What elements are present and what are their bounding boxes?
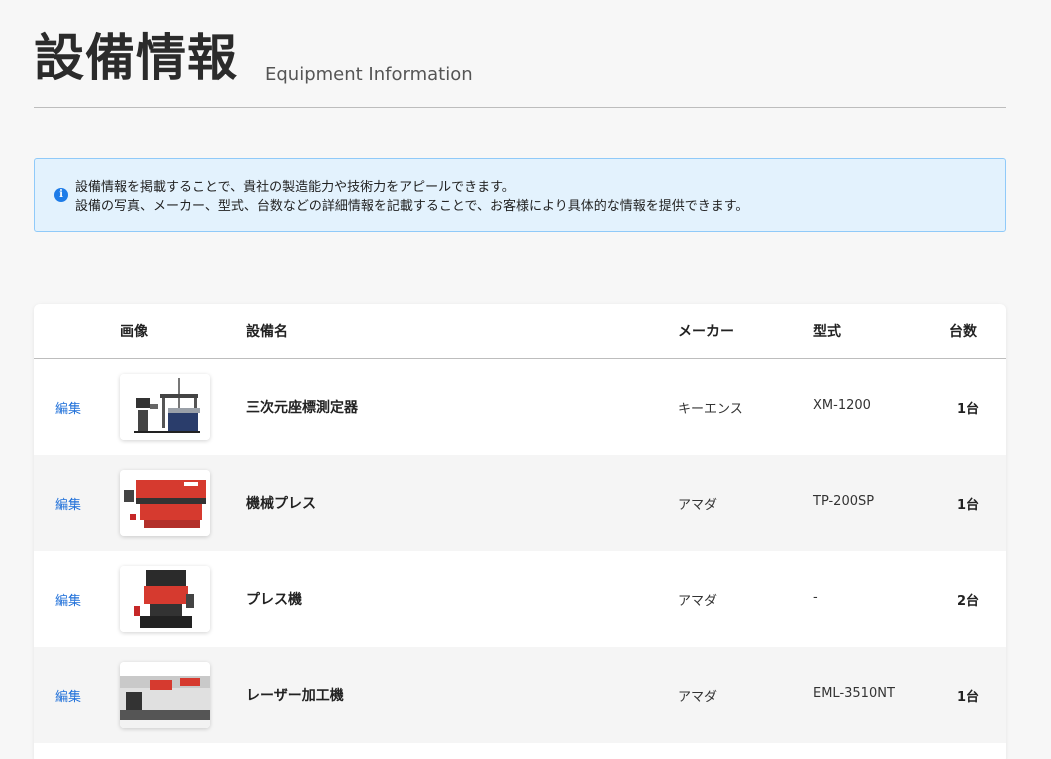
laser-machine-photo [120, 662, 210, 728]
equipment-image [120, 374, 210, 440]
equipment-image [120, 566, 210, 632]
equipment-count: 1台 [956, 690, 979, 705]
table-header: 画像 設備名 メーカー 型式 台数 [34, 304, 1006, 359]
edit-link[interactable]: 編集 [55, 686, 81, 705]
equipment-model: TP-200SP [813, 494, 875, 509]
equipment-name: 三次元座標測定器 [246, 400, 358, 416]
equipment-count: 1台 [956, 498, 979, 513]
page-subtitle: Equipment Information [265, 64, 473, 85]
equipment-count: 1台 [956, 402, 979, 417]
column-header-count: 台数 [949, 324, 977, 340]
table-row: 編集 機械プレス アマダ TP-200SP 1台 [34, 455, 1006, 551]
equipment-name: プレス機 [246, 592, 302, 608]
equipment-table: 画像 設備名 メーカー 型式 台数 編集 三次元座標測定器 キーエンス XM-1… [34, 304, 1006, 759]
press-brake-photo [120, 470, 210, 536]
info-notice: i 設備情報を掲載することで、貴社の製造能力や技術力をアピールできます。 設備の… [34, 158, 1006, 232]
table-row: 編集 プレス機 アマダ - 2台 [34, 551, 1006, 647]
equipment-model: - [813, 590, 818, 605]
equipment-model: EML-3510NT [813, 686, 895, 701]
notice-line-2: 設備の写真、メーカー、型式、台数などの詳細情報を記載することで、お客様により具体… [75, 199, 749, 214]
equipment-model: XM-1200 [813, 398, 871, 413]
page-header: 設備情報 Equipment Information [34, 28, 1006, 108]
column-header-name: 設備名 [246, 324, 288, 340]
equipment-maker: アマダ [678, 498, 718, 513]
column-header-image: 画像 [120, 324, 148, 340]
equipment-maker: アマダ [678, 690, 718, 705]
equipment-page: 設備情報 Equipment Information i 設備情報を掲載すること… [0, 0, 1051, 759]
press-machine-photo [120, 566, 210, 632]
edit-link[interactable]: 編集 [55, 590, 81, 609]
page-title: 設備情報 [34, 29, 238, 87]
table-row [34, 743, 1006, 759]
notice-line-1: 設備情報を掲載することで、貴社の製造能力や技術力をアピールできます。 [75, 180, 515, 195]
column-header-model: 型式 [813, 324, 841, 340]
equipment-count: 2台 [956, 594, 979, 609]
equipment-image [120, 662, 210, 728]
equipment-maker: アマダ [678, 594, 718, 609]
table-row: 編集 レーザー加工機 アマダ EML-3510NT 1台 [34, 647, 1006, 743]
edit-link[interactable]: 編集 [55, 398, 81, 417]
equipment-image [120, 470, 210, 536]
column-header-maker: メーカー [678, 324, 734, 340]
cmm-machine-photo [120, 374, 210, 440]
equipment-name: 機械プレス [246, 496, 316, 512]
equipment-name: レーザー加工機 [246, 688, 344, 704]
notice-text: 設備情報を掲載することで、貴社の製造能力や技術力をアピールできます。 設備の写真… [75, 178, 748, 216]
equipment-maker: キーエンス [678, 402, 743, 417]
info-icon: i [54, 188, 68, 202]
edit-link[interactable]: 編集 [55, 494, 81, 513]
table-row: 編集 三次元座標測定器 キーエンス XM-1200 1台 [34, 359, 1006, 455]
